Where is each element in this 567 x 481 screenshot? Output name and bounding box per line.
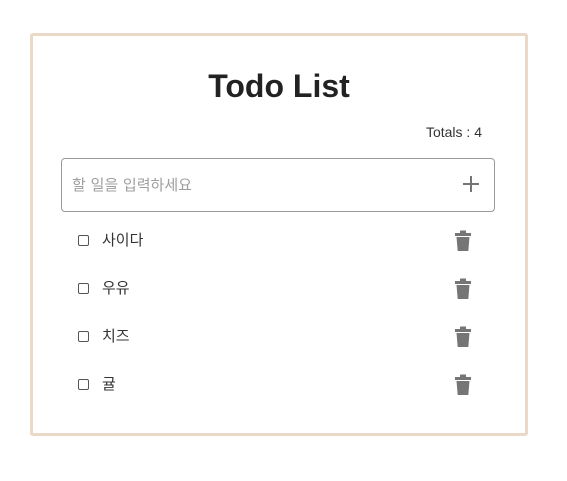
todo-item: 귤: [61, 360, 495, 408]
totals-label: Totals :: [425, 124, 475, 140]
todo-item: 사이다: [61, 216, 495, 264]
todo-checkbox[interactable]: [78, 283, 89, 294]
todo-text: 치즈: [102, 327, 130, 345]
trash-icon: [455, 230, 471, 251]
todo-input[interactable]: [72, 159, 442, 211]
todo-text: 사이다: [102, 231, 144, 249]
page-title: Todo List: [208, 68, 350, 104]
todo-item: 치즈: [61, 312, 495, 360]
totals-counter: Totals : 4: [426, 124, 482, 140]
todo-card: Todo List Totals : 4 사이다: [30, 33, 528, 436]
delete-button[interactable]: [453, 374, 473, 396]
trash-icon: [455, 326, 471, 347]
todo-checkbox[interactable]: [78, 235, 89, 246]
totals-count: 4: [474, 124, 482, 140]
delete-button[interactable]: [453, 230, 473, 252]
todo-checkbox[interactable]: [78, 331, 89, 342]
todo-text: 귤: [102, 375, 116, 393]
todo-item: 우유: [61, 264, 495, 312]
plus-icon: [463, 176, 479, 192]
trash-icon: [455, 278, 471, 299]
delete-button[interactable]: [453, 278, 473, 300]
todo-checkbox[interactable]: [78, 379, 89, 390]
todo-input-box: [61, 158, 495, 212]
add-button[interactable]: [460, 173, 482, 195]
trash-icon: [455, 374, 471, 395]
delete-button[interactable]: [453, 326, 473, 348]
todo-text: 우유: [102, 279, 130, 297]
todo-list: 사이다 우유 치즈 귤: [61, 216, 495, 408]
